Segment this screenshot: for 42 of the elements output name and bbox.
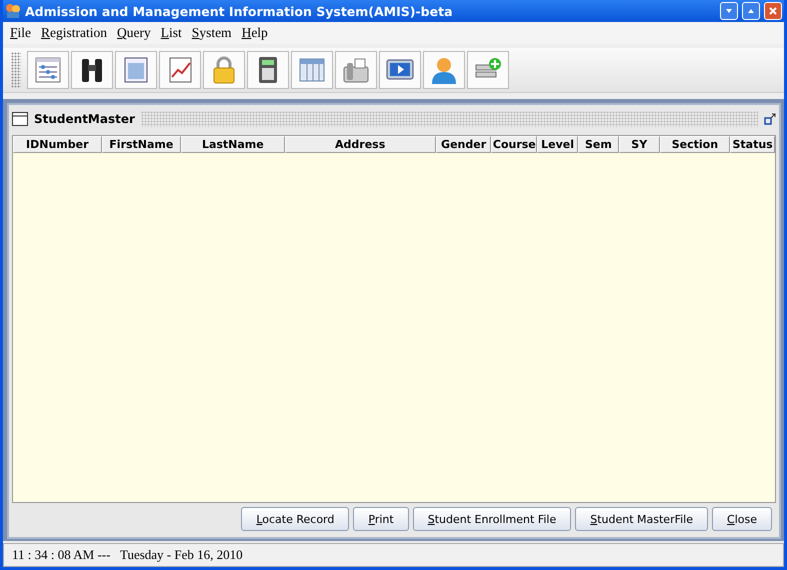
column-header[interactable]: IDNumber	[13, 136, 102, 153]
caret-down-icon	[725, 7, 733, 15]
toolbar-button[interactable]	[71, 51, 113, 89]
minimize-button[interactable]	[720, 2, 738, 20]
user-icon	[429, 55, 459, 85]
close-button[interactable]	[764, 2, 782, 20]
column-header[interactable]: Section	[660, 136, 730, 153]
column-header[interactable]: Address	[284, 136, 436, 153]
toolbar-grip[interactable]	[11, 52, 21, 88]
column-header[interactable]: SY	[618, 136, 660, 153]
menu-item[interactable]: System	[186, 25, 237, 41]
menu-item[interactable]: File	[5, 25, 36, 41]
action-button[interactable]: Close	[712, 507, 772, 531]
restore-icon[interactable]	[764, 113, 776, 125]
toolbar-button[interactable]	[115, 51, 157, 89]
column-header[interactable]: LastName	[181, 136, 285, 153]
column-header[interactable]: FirstName	[102, 136, 182, 153]
toolbar-button[interactable]	[247, 51, 289, 89]
action-button[interactable]: Locate Record	[241, 507, 350, 531]
column-header[interactable]: Status	[730, 136, 775, 153]
close-icon	[769, 7, 777, 15]
column-header[interactable]: Level	[537, 136, 578, 153]
action-button[interactable]: Student MasterFile	[575, 507, 708, 531]
menu-item[interactable]: Query	[112, 25, 156, 41]
action-button[interactable]: Student Enrollment File	[412, 507, 572, 531]
toolbar-button[interactable]	[379, 51, 421, 89]
column-header[interactable]: Gender	[436, 136, 492, 153]
clock-text: 11 : 34 : 08 AM --- Tuesday - Feb 16, 2010	[12, 547, 243, 563]
toolbar-button[interactable]	[27, 51, 69, 89]
action-button[interactable]: Print	[353, 507, 409, 531]
column-header[interactable]: Sem	[578, 136, 619, 153]
menu-item[interactable]: Registration	[36, 25, 112, 41]
column-header[interactable]: Course	[491, 136, 538, 153]
menu-item[interactable]: Help	[236, 25, 273, 41]
window-icon	[12, 112, 28, 126]
maximize-button[interactable]	[742, 2, 760, 20]
caret-up-icon	[747, 7, 755, 15]
menu-item[interactable]: List	[156, 25, 187, 41]
app-icon	[5, 3, 21, 19]
frame-title: StudentMaster	[34, 112, 135, 126]
sliders-icon	[33, 55, 63, 85]
window-title: Admission and Management Information System(AMIS)-beta	[25, 4, 454, 18]
